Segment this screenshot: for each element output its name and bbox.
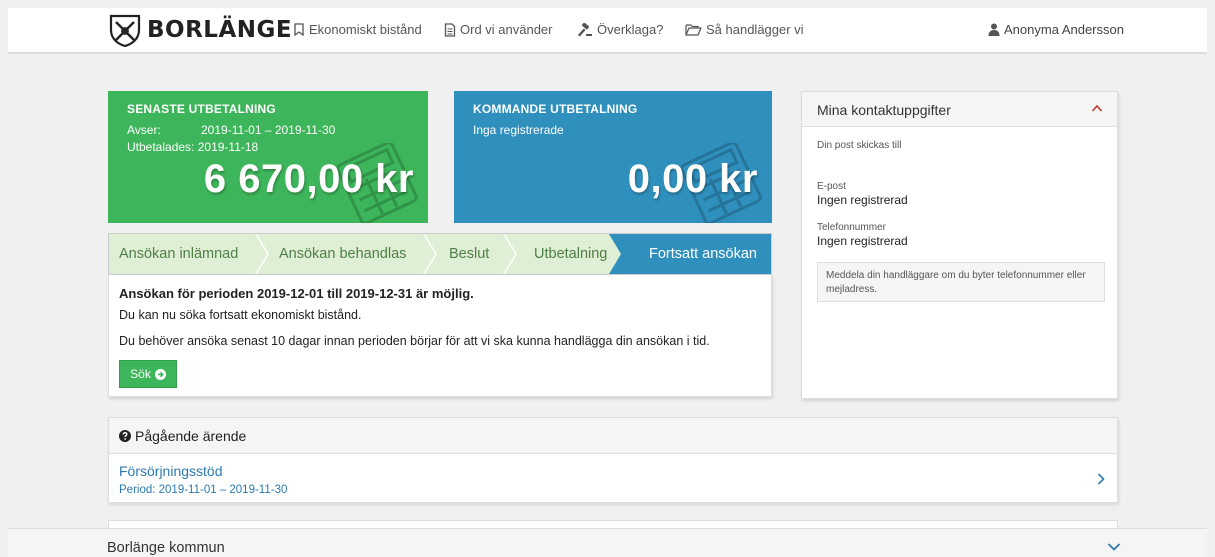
nav-label: Ord vi använder <box>460 22 553 37</box>
question-circle-icon <box>119 430 131 442</box>
user-menu[interactable]: Anonyma Andersson <box>988 22 1124 37</box>
step-separator <box>503 234 517 274</box>
coat-of-arms-logo <box>109 14 141 47</box>
latest-payment-period: Avser: 2019-11-01 – 2019-11-30 <box>127 123 335 137</box>
apply-button-label: Sök <box>130 367 151 381</box>
case-period: Period: 2019-11-01 – 2019-11-30 <box>119 484 288 496</box>
step-ansokan-inlamnad: Ansökan inlämnad <box>119 246 239 262</box>
application-heading: Ansökan för perioden 2019-12-01 till 201… <box>119 286 474 301</box>
step-active-arrow <box>609 234 625 274</box>
footer: Borlänge kommun <box>8 528 1207 557</box>
step-ansokan-behandlas: Ansökan behandlas <box>279 246 407 262</box>
apply-button[interactable]: Sök <box>119 360 177 388</box>
latest-payment-tile: SENASTE UTBETALNING Avser: 2019-11-01 – 2… <box>108 91 428 223</box>
nav-label: Så handlägger vi <box>706 22 804 37</box>
period-label: Avser: <box>127 123 161 137</box>
chevron-down-icon[interactable] <box>1107 542 1121 552</box>
latest-payment-amount: 6 670,00 kr <box>203 157 414 201</box>
continued-application-panel: Ansökan för perioden 2019-12-01 till 201… <box>108 275 772 397</box>
latest-payment-title: SENASTE UTBETALNING <box>127 102 276 116</box>
next-payment-status: Inga registrerade <box>473 123 564 137</box>
hidden-panel-edge <box>108 520 1118 528</box>
step-separator <box>423 234 437 274</box>
step-fortsatt-ansokan: Fortsatt ansökan <box>649 246 757 262</box>
top-navigation: BORLÄNGE Ekonomiskt bistånd Ord vi använ… <box>8 8 1207 54</box>
footer-title: Borlänge kommun <box>107 540 225 556</box>
ongoing-case-title: Pågående ärende <box>119 428 246 444</box>
nav-sa-handlagger-vi[interactable]: Så handlägger vi <box>685 22 804 37</box>
phone-value: Ingen registrerad <box>817 234 908 248</box>
ongoing-case-panel: Pågående ärende Försörjningsstöd Period:… <box>108 417 1118 503</box>
next-payment-title: KOMMANDE UTBETALNING <box>473 102 638 116</box>
contact-title: Mina kontaktuppgifter <box>817 102 951 118</box>
contact-details-panel: Mina kontaktuppgifter Din post skickas t… <box>801 91 1118 399</box>
phone-label: Telefonnummer <box>817 222 886 233</box>
document-icon <box>444 22 456 37</box>
application-text-1: Du kan nu söka fortsatt ekonomiskt bistå… <box>119 308 362 322</box>
application-text-2: Du behöver ansöka senast 10 dagar innan … <box>119 334 710 348</box>
brand-name: BORLÄNGE <box>147 17 293 43</box>
application-progress-steps: Ansökan inlämnad Ansökan behandlas Beslu… <box>108 233 772 275</box>
email-value: Ingen registrerad <box>817 193 908 207</box>
folder-open-icon <box>685 24 702 36</box>
ongoing-case-title-text: Pågående ärende <box>135 428 247 444</box>
nav-ekonomiskt-bistand[interactable]: Ekonomiskt bistånd <box>293 22 422 37</box>
email-label: E-post <box>817 181 846 192</box>
nav-label: Ekonomiskt bistånd <box>309 22 422 37</box>
next-payment-amount: 0,00 kr <box>627 157 758 201</box>
paid-value: 2019-11-18 <box>197 140 259 154</box>
step-utbetalning: Utbetalning <box>534 246 608 262</box>
contact-note: Meddela din handläggare om du byter tele… <box>817 262 1105 302</box>
period-value: 2019-11-01 – 2019-11-30 <box>201 123 336 137</box>
chevron-up-icon[interactable] <box>1091 103 1103 113</box>
ongoing-case-row[interactable]: Försörjningsstöd Period: 2019-11-01 – 20… <box>109 455 1117 503</box>
brand[interactable]: BORLÄNGE <box>108 13 292 47</box>
contact-header[interactable]: Mina kontaktuppgifter <box>802 92 1117 127</box>
user-name: Anonyma Andersson <box>1004 22 1124 37</box>
nav-ord-vi-anvander[interactable]: Ord vi använder <box>444 22 553 37</box>
nav-label: Överklaga? <box>597 22 664 37</box>
paid-label: Utbetalades: <box>127 140 195 154</box>
gavel-icon <box>578 22 592 36</box>
step-separator <box>255 234 269 274</box>
user-icon <box>988 23 1000 36</box>
ongoing-case-header: Pågående ärende <box>109 418 1117 454</box>
step-beslut: Beslut <box>449 246 490 262</box>
bookmark-icon <box>294 23 304 36</box>
chevron-right-icon <box>1097 473 1105 485</box>
arrow-circle-right-icon <box>154 368 166 380</box>
mail-destination-label: Din post skickas till <box>817 140 902 151</box>
next-payment-tile: KOMMANDE UTBETALNING Inga registrerade 0… <box>454 91 772 223</box>
latest-payment-date: Utbetalades: 2019-11-18 <box>127 140 258 154</box>
nav-overklaga[interactable]: Överklaga? <box>578 22 663 37</box>
case-name: Försörjningsstöd <box>119 463 223 479</box>
